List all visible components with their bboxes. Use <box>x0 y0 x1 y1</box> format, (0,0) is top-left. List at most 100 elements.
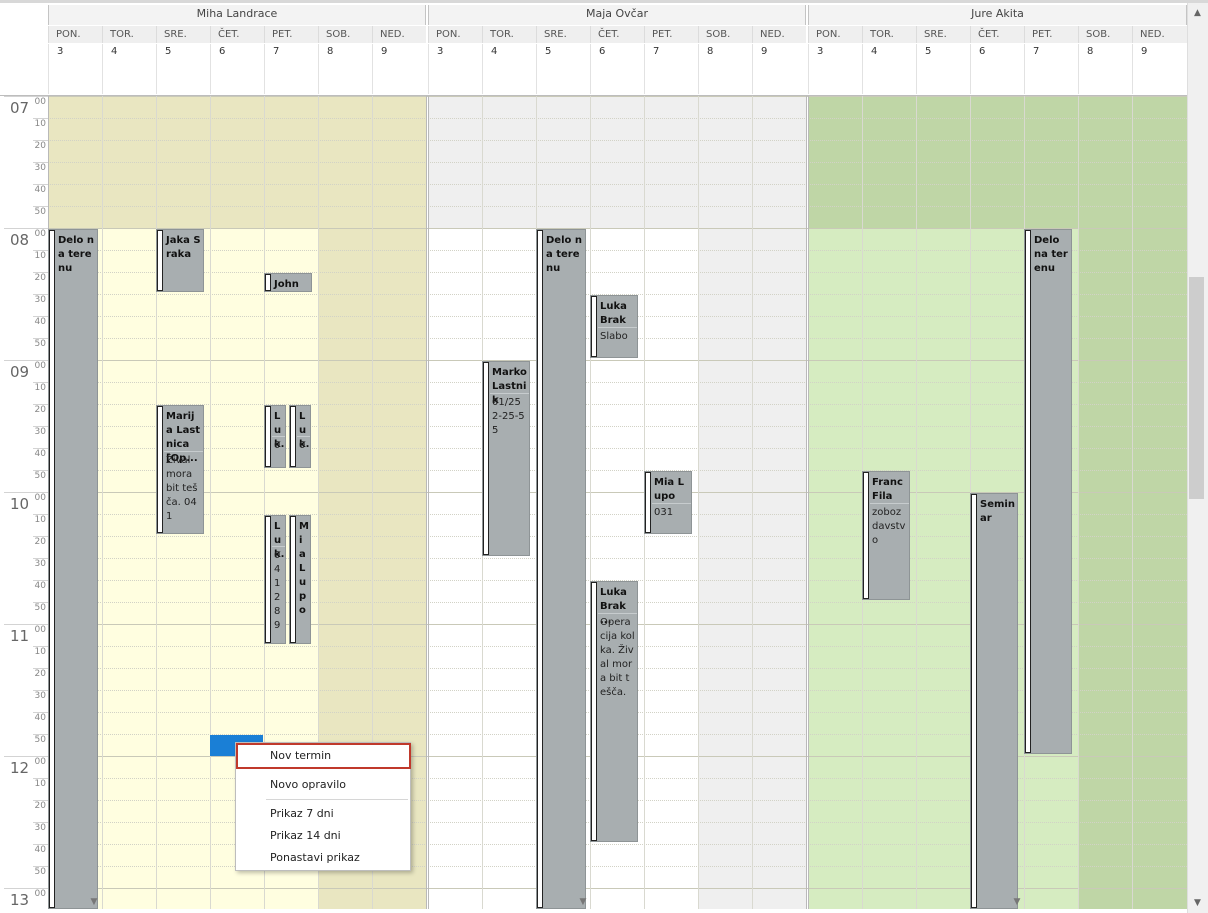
day-number[interactable]: 9 <box>752 44 806 94</box>
column-scroll-down-icon[interactable]: ▼ <box>1012 897 1022 907</box>
day-number[interactable]: 4 <box>862 44 916 94</box>
day-number[interactable]: 7 <box>1024 44 1078 94</box>
appointment[interactable]: Mia Lupo 031 <box>644 471 692 534</box>
day-name[interactable]: ČET. <box>210 26 264 43</box>
appointment[interactable]: Jaka Sraka <box>156 229 204 292</box>
day-name[interactable]: ČET. <box>590 26 644 43</box>
menu-item-new-appointment[interactable]: Nov termin <box>270 749 331 762</box>
day-name[interactable]: PET. <box>264 26 318 43</box>
minute-label: 50 <box>34 471 46 481</box>
working-slot[interactable] <box>428 228 482 909</box>
day-name[interactable]: TOR. <box>862 26 916 43</box>
day-name[interactable]: SOB. <box>1078 26 1132 43</box>
day-number[interactable]: 9 <box>1132 44 1187 94</box>
scroll-up-icon[interactable]: ▲ <box>1187 8 1208 20</box>
appointment[interactable]: Seminar <box>970 493 1018 909</box>
day-number[interactable]: 9 <box>372 44 426 94</box>
appointment[interactable]: Mia Lupo <box>289 515 311 644</box>
day-number[interactable]: 7 <box>644 44 698 94</box>
day-name[interactable]: ČET. <box>970 26 1024 43</box>
day-name[interactable]: NED. <box>1132 26 1187 43</box>
day-name[interactable]: SRE. <box>916 26 970 43</box>
day-number[interactable]: 8 <box>318 44 372 94</box>
minute-label: 00 <box>34 625 46 635</box>
menu-item-reset-view[interactable]: Ponastavi prikaz <box>270 851 360 864</box>
appointment[interactable]: Franc Fila zobozdavstvo <box>862 471 910 600</box>
day-number[interactable]: 8 <box>1078 44 1132 94</box>
day-name[interactable]: PON. <box>428 26 482 43</box>
day-name[interactable]: SRE. <box>536 26 590 43</box>
appointment[interactable]: Marko Lastnik 01/252-25-55 <box>482 361 530 556</box>
resource-header[interactable]: Maja Ovčar <box>428 5 806 25</box>
appointment[interactable]: Luka Brak Slabo <box>590 295 638 358</box>
day-name[interactable]: PET. <box>644 26 698 43</box>
weekend-slot[interactable] <box>698 228 752 909</box>
working-slot[interactable] <box>644 228 698 909</box>
appointment-title: Luka Brak <box>600 301 627 326</box>
working-slot[interactable] <box>102 228 156 909</box>
minute-label: 30 <box>34 427 46 437</box>
day-name[interactable]: NED. <box>752 26 806 43</box>
minute-label: 10 <box>34 383 46 393</box>
appointment[interactable]: Luk...0 <box>264 405 286 468</box>
resource-header[interactable]: Miha Landrace <box>48 5 426 25</box>
day-name[interactable]: PON. <box>48 26 102 43</box>
working-slot[interactable] <box>808 228 862 909</box>
menu-item-view-7-days[interactable]: Prikaz 7 dni <box>270 807 334 820</box>
day-number[interactable]: 5 <box>156 44 210 94</box>
appointment[interactable]: Luk...0 <box>289 405 311 468</box>
working-slot[interactable] <box>482 228 536 909</box>
day-number[interactable]: 6 <box>210 44 264 94</box>
day-number[interactable]: 4 <box>482 44 536 94</box>
day-number[interactable]: 5 <box>536 44 590 94</box>
day-divider <box>752 27 753 909</box>
day-number[interactable]: 4 <box>102 44 156 94</box>
working-slot[interactable] <box>916 228 970 909</box>
day-number[interactable]: 3 <box>48 44 102 94</box>
day-number[interactable]: 6 <box>970 44 1024 94</box>
appointment[interactable]: John ... <box>264 273 312 292</box>
resource-header[interactable]: Jure Akita <box>808 5 1187 25</box>
day-name[interactable]: SRE. <box>156 26 210 43</box>
day-number[interactable]: 5 <box>916 44 970 94</box>
day-name[interactable]: PON. <box>808 26 862 43</box>
day-name[interactable]: NED. <box>372 26 426 43</box>
appointment-separator <box>272 546 285 547</box>
menu-separator <box>266 799 408 800</box>
menu-item-new-task[interactable]: Novo opravilo <box>270 778 346 791</box>
scrollbar-thumb[interactable] <box>1189 277 1204 499</box>
day-name[interactable]: TOR. <box>482 26 536 43</box>
appointment-title: Jaka Sraka <box>166 235 201 260</box>
weekend-slot[interactable] <box>1132 228 1187 909</box>
appointment[interactable]: Delo na terenu <box>48 229 98 909</box>
day-name[interactable]: PET. <box>1024 26 1078 43</box>
appointment[interactable]: Marija Lastnica [Op... Žival mora bit teš… <box>156 405 204 534</box>
menu-item-view-14-days[interactable]: Prikaz 14 dni <box>270 829 341 842</box>
scroll-down-icon[interactable]: ▼ <box>1187 898 1208 910</box>
working-slot[interactable] <box>156 228 210 909</box>
column-scroll-down-icon[interactable]: ▼ <box>578 897 588 907</box>
day-number[interactable]: 6 <box>590 44 644 94</box>
hour-label: 08 <box>10 231 30 249</box>
weekend-slot[interactable] <box>752 228 806 909</box>
day-number[interactable]: 7 <box>264 44 318 94</box>
day-number[interactable]: 3 <box>428 44 482 94</box>
appointment[interactable]: Luk...041289 <box>264 515 286 644</box>
minute-label: 30 <box>34 691 46 701</box>
appointment[interactable]: Delo na terenu <box>536 229 586 909</box>
day-name[interactable]: SOB. <box>698 26 752 43</box>
appointment[interactable]: Luka Brak ... Operacija kolka. Žival mora… <box>590 581 638 842</box>
day-name[interactable]: TOR. <box>102 26 156 43</box>
minute-label: 00 <box>34 889 46 899</box>
weekend-slot[interactable] <box>1078 228 1132 909</box>
day-name[interactable]: SOB. <box>318 26 372 43</box>
appointment-separator <box>490 393 529 394</box>
minute-label: 30 <box>34 559 46 569</box>
day-number[interactable]: 3 <box>808 44 862 94</box>
day-number[interactable]: 8 <box>698 44 752 94</box>
appointment[interactable]: Delo na terenu <box>1024 229 1072 754</box>
minute-label: 50 <box>34 207 46 217</box>
minute-label: 10 <box>34 779 46 789</box>
column-scroll-down-icon[interactable]: ▼ <box>89 897 99 907</box>
appointment-title: Delo na terenu <box>1034 235 1068 274</box>
